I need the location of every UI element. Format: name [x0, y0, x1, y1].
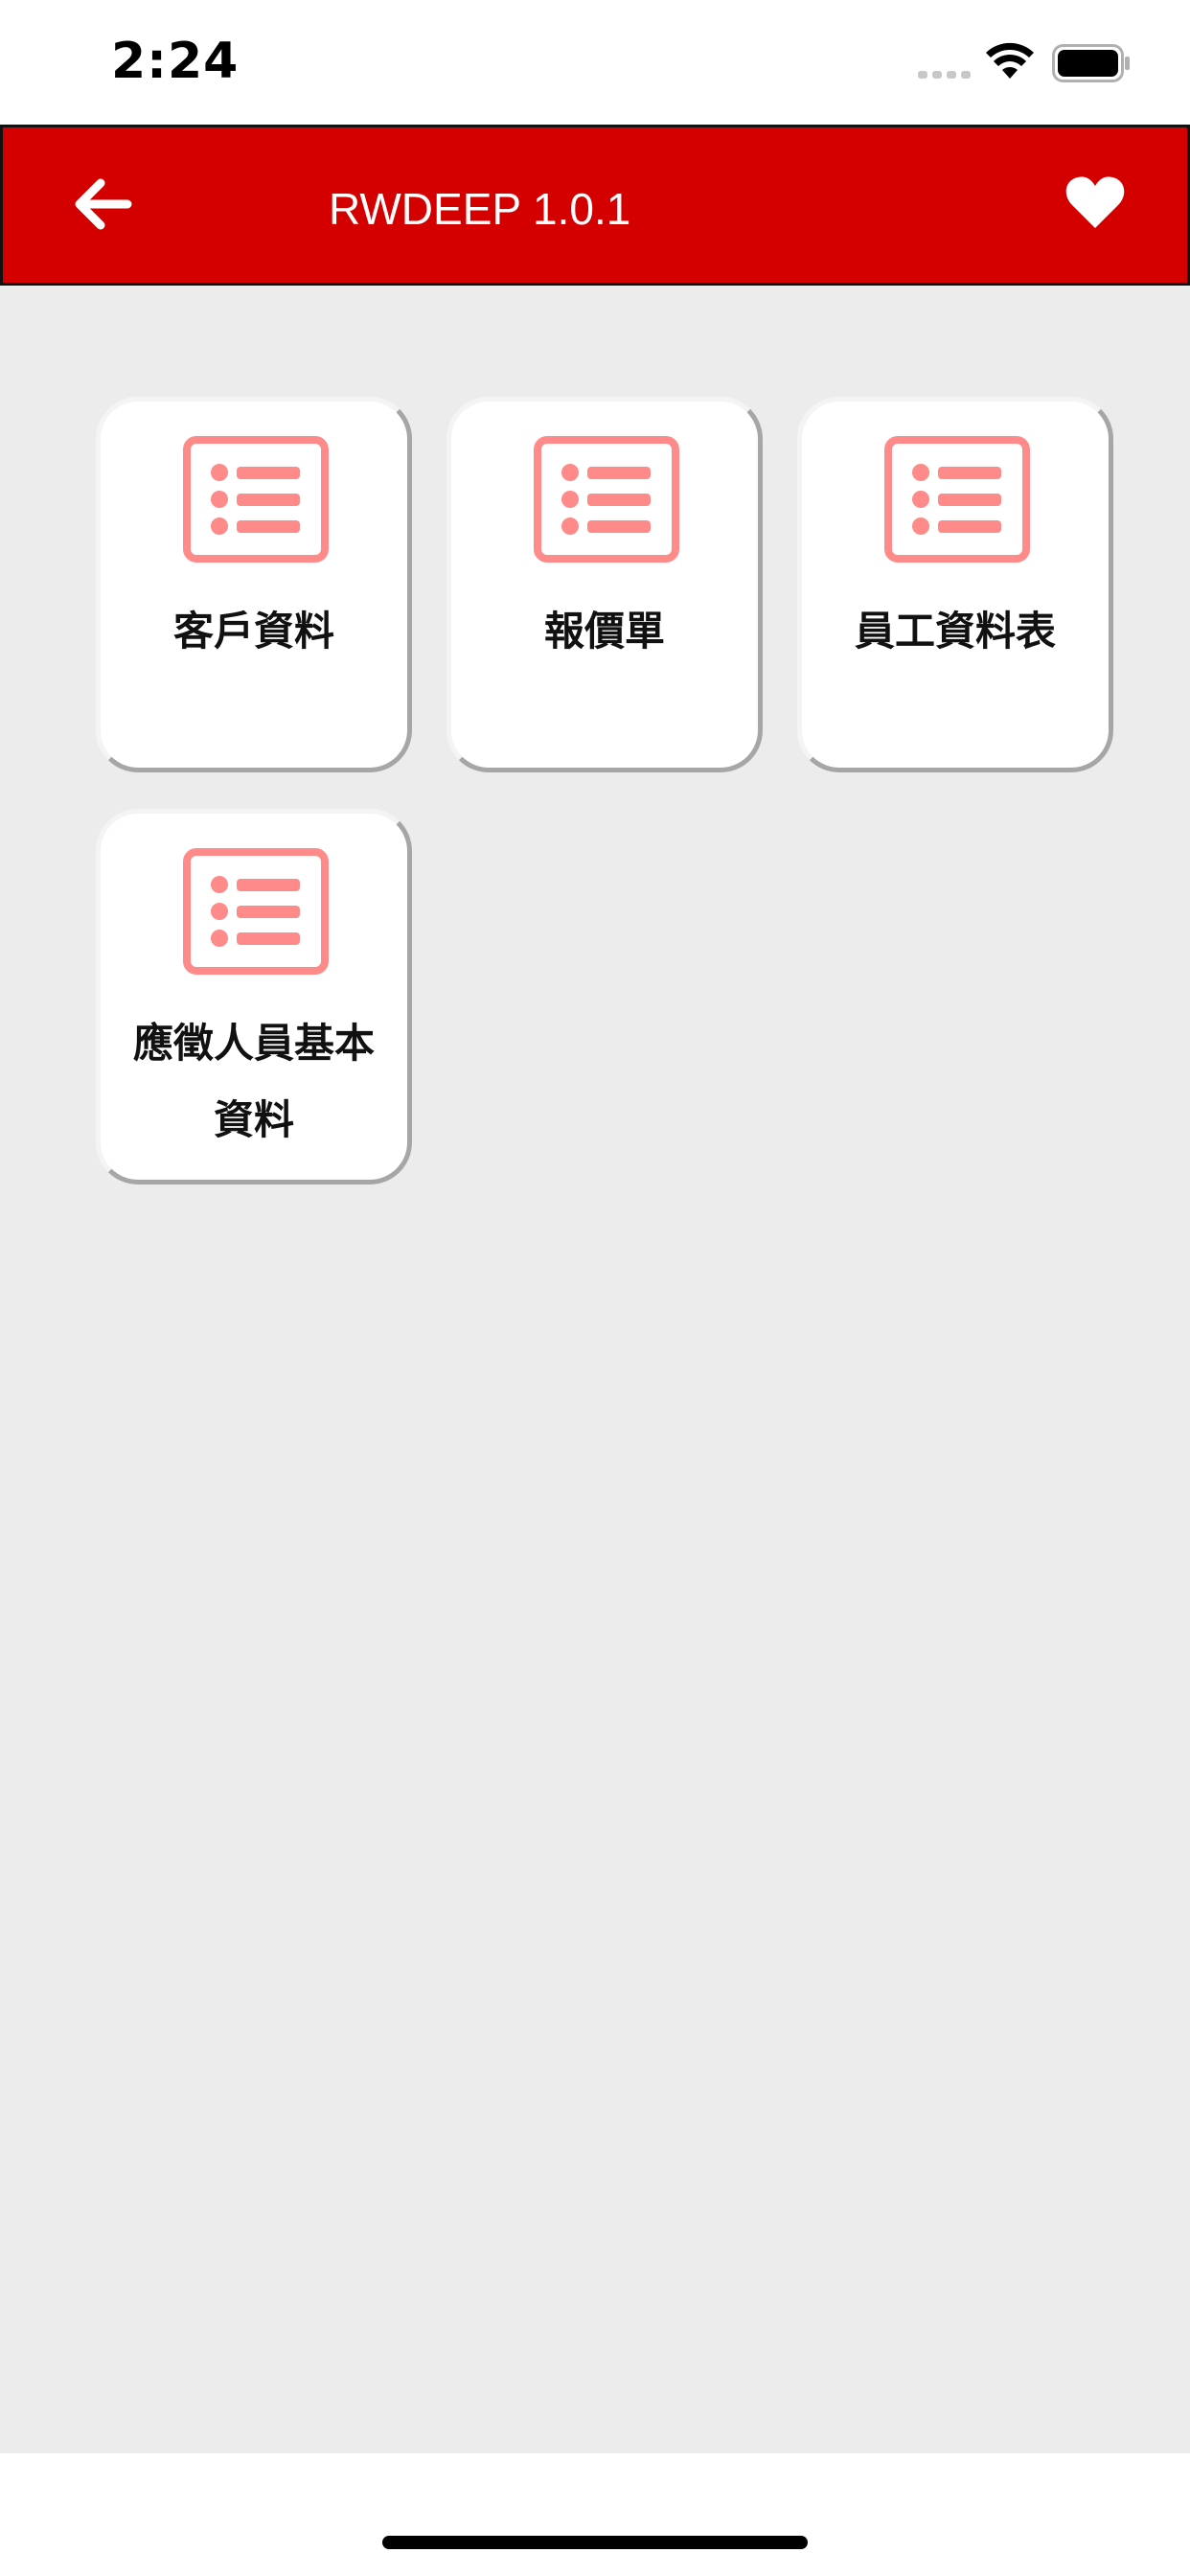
heart-icon	[1065, 176, 1125, 228]
card-label: 應徵人員基本資料	[132, 1020, 375, 1143]
status-bar: 2:24	[0, 0, 1190, 126]
battery-icon	[1052, 44, 1130, 82]
list-icon	[183, 436, 329, 563]
list-icon	[534, 436, 679, 563]
home-indicator[interactable]	[382, 2536, 808, 2549]
card-label: 客戶資料	[172, 608, 334, 655]
card-applicant-data[interactable]: 應徵人員基本資料	[96, 809, 412, 1184]
bottom-bar	[0, 2453, 1190, 2576]
card-employee-data[interactable]: 員工資料表	[797, 397, 1113, 772]
app-header: RWDEEP 1.0.1	[0, 125, 1190, 286]
status-time: 2:24	[111, 33, 240, 90]
arrow-left-icon	[75, 178, 132, 230]
favorite-button[interactable]	[1057, 164, 1133, 241]
card-label: 員工資料表	[854, 608, 1056, 655]
wifi-icon	[986, 42, 1034, 79]
list-icon	[884, 436, 1030, 563]
cellular-signal-icon	[918, 71, 971, 79]
page-title: RWDEEP 1.0.1	[329, 184, 631, 234]
card-quotation[interactable]: 報價單	[446, 397, 763, 772]
back-button[interactable]	[64, 166, 141, 242]
list-icon	[183, 848, 329, 975]
card-customer-data[interactable]: 客戶資料	[96, 397, 412, 772]
card-label: 報價單	[543, 608, 665, 655]
